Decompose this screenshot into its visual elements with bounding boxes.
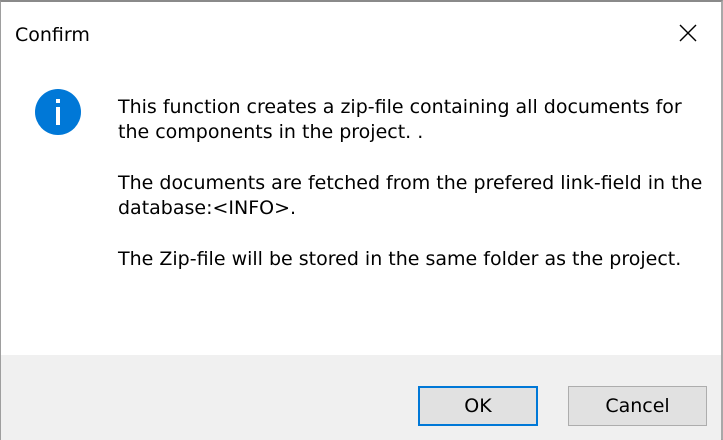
info-icon — [35, 89, 81, 135]
ok-button[interactable]: OK — [418, 386, 538, 426]
message-area: This function creates a zip-file contain… — [1, 68, 721, 355]
close-button[interactable] — [655, 2, 721, 64]
dialog-title: Confirm — [15, 24, 90, 46]
message-text: This function creates a zip-file contain… — [118, 95, 708, 298]
button-bar: OK Cancel — [1, 355, 721, 440]
title-bar: Confirm — [1, 2, 721, 68]
close-icon — [679, 24, 697, 42]
message-paragraph: The documents are fetched from the prefe… — [118, 172, 703, 219]
confirm-dialog: Confirm This function creates a zip-file… — [0, 0, 723, 440]
message-paragraph: This function creates a zip-file contain… — [118, 96, 682, 143]
message-paragraph: The Zip-file will be stored in the same … — [118, 248, 682, 270]
cancel-button[interactable]: Cancel — [568, 386, 707, 426]
